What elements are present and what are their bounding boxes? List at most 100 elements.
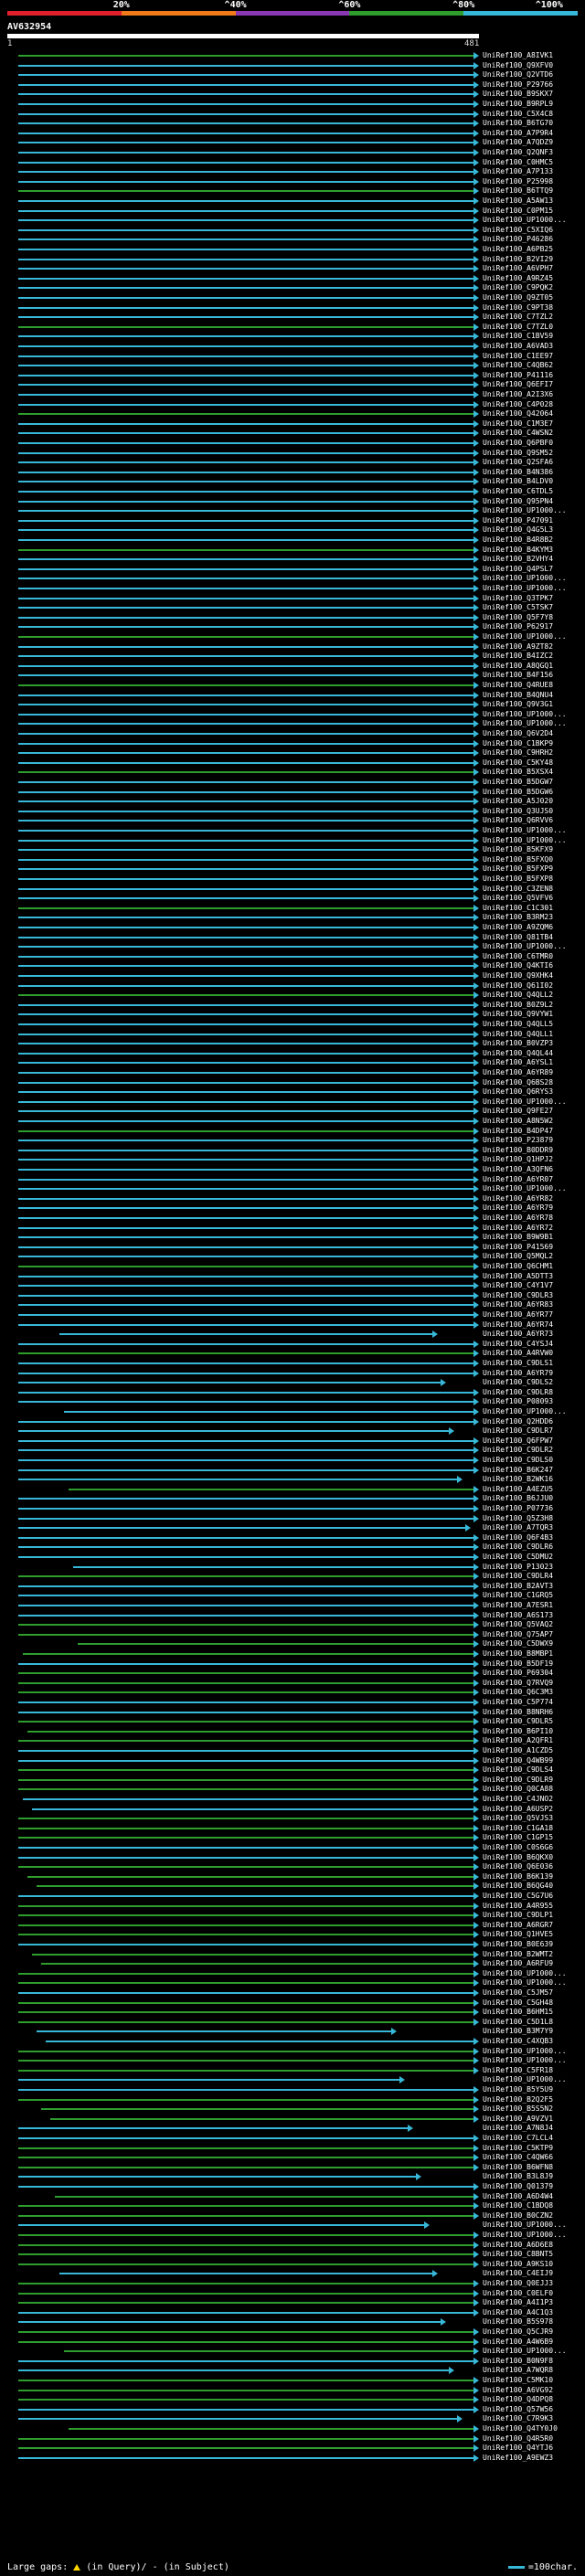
hit-row[interactable]: UniRef100_B5DGW6 bbox=[0, 788, 585, 797]
hit-row[interactable]: UniRef100_A6YSL1 bbox=[0, 1058, 585, 1067]
hit-alignment-bar[interactable] bbox=[18, 1614, 475, 1617]
hit-label[interactable]: UniRef100_Q6BS28 bbox=[483, 1078, 553, 1087]
hit-label[interactable]: UniRef100_B5KFX9 bbox=[483, 845, 553, 854]
hit-alignment-bar[interactable] bbox=[18, 422, 475, 425]
hit-alignment-bar[interactable] bbox=[18, 1072, 475, 1074]
hit-alignment-bar[interactable] bbox=[18, 277, 475, 280]
hit-row[interactable]: UniRef100_Q4TY0J0 bbox=[0, 2424, 585, 2433]
hit-row[interactable]: UniRef100_Q4PSL7 bbox=[0, 565, 585, 574]
hit-alignment-bar[interactable] bbox=[18, 1536, 475, 1539]
hit-row[interactable]: UniRef100_Q42064 bbox=[0, 409, 585, 419]
hit-alignment-bar[interactable] bbox=[18, 1633, 475, 1636]
hit-label[interactable]: UniRef100_A6VG92 bbox=[483, 2386, 553, 2395]
hit-row[interactable]: UniRef100_Q9FE27 bbox=[0, 1107, 585, 1116]
hit-alignment-bar[interactable] bbox=[18, 461, 475, 464]
hit-alignment-bar[interactable] bbox=[18, 355, 475, 357]
hit-row[interactable]: UniRef100_B6QKX0 bbox=[0, 1853, 585, 1862]
hit-label[interactable]: UniRef100_C1EE97 bbox=[483, 352, 553, 361]
hit-row[interactable]: UniRef100_Q01379 bbox=[0, 2182, 585, 2191]
hit-row[interactable]: UniRef100_B3M7Y9 bbox=[0, 2027, 585, 2036]
hit-row[interactable]: UniRef100_B9RPL9 bbox=[0, 100, 585, 109]
hit-row[interactable]: UniRef100_C9DLP1 bbox=[0, 1911, 585, 1920]
hit-label[interactable]: UniRef100_UP1000... bbox=[483, 2075, 567, 2084]
hit-label[interactable]: UniRef100_C9DLR9 bbox=[483, 1776, 553, 1785]
hit-alignment-bar[interactable] bbox=[18, 1159, 475, 1161]
hit-row[interactable]: UniRef100_B5KFX9 bbox=[0, 845, 585, 854]
hit-label[interactable]: UniRef100_A6VPH7 bbox=[483, 264, 553, 273]
hit-label[interactable]: UniRef100_UP1000... bbox=[483, 2056, 567, 2065]
hit-alignment-bar[interactable] bbox=[18, 335, 475, 338]
hit-row[interactable]: UniRef100_A7WQR8 bbox=[0, 2366, 585, 2375]
hit-row[interactable]: UniRef100_C0S6G6 bbox=[0, 1843, 585, 1852]
hit-alignment-bar[interactable] bbox=[18, 2098, 475, 2101]
hit-label[interactable]: UniRef100_UP1000... bbox=[483, 826, 567, 835]
hit-alignment-bar[interactable] bbox=[18, 781, 475, 783]
hit-alignment-bar[interactable] bbox=[18, 510, 475, 513]
hit-alignment-bar[interactable] bbox=[18, 2127, 410, 2130]
hit-label[interactable]: UniRef100_C1BDQ8 bbox=[483, 2201, 553, 2210]
hit-alignment-bar[interactable] bbox=[18, 306, 475, 309]
hit-label[interactable]: UniRef100_A4C1Q3 bbox=[483, 2308, 553, 2317]
hit-alignment-bar[interactable] bbox=[18, 984, 475, 987]
hit-row[interactable]: UniRef100_Q7RVQ9 bbox=[0, 1679, 585, 1688]
hit-label[interactable]: UniRef100_Q6RYS3 bbox=[483, 1087, 553, 1097]
hit-row[interactable]: UniRef100_A5J020 bbox=[0, 797, 585, 806]
hit-row[interactable]: UniRef100_B0Z9L2 bbox=[0, 1001, 585, 1010]
hit-alignment-bar[interactable] bbox=[27, 1730, 475, 1733]
hit-alignment-bar[interactable] bbox=[18, 2001, 475, 2004]
hit-label[interactable]: UniRef100_B2WMT2 bbox=[483, 1950, 553, 1959]
hit-label[interactable]: UniRef100_C1GP15 bbox=[483, 1833, 553, 1842]
hit-row[interactable]: UniRef100_A2QFR1 bbox=[0, 1736, 585, 1745]
hit-label[interactable]: UniRef100_B4IZC2 bbox=[483, 652, 553, 661]
hit-alignment-bar[interactable] bbox=[18, 1430, 451, 1433]
hit-row[interactable]: UniRef100_C5GH48 bbox=[0, 1998, 585, 2008]
hit-row[interactable]: UniRef100_A6YR79 bbox=[0, 1203, 585, 1213]
hit-label[interactable]: UniRef100_B6TTQ9 bbox=[483, 186, 553, 196]
hit-alignment-bar[interactable] bbox=[18, 1508, 475, 1510]
hit-alignment-bar[interactable] bbox=[18, 839, 475, 842]
hit-row[interactable]: UniRef100_A6VG92 bbox=[0, 2386, 585, 2395]
hit-label[interactable]: UniRef100_UP1000... bbox=[483, 1407, 567, 1416]
hit-row[interactable]: UniRef100_A6PB25 bbox=[0, 245, 585, 254]
hit-label[interactable]: UniRef100_C5P774 bbox=[483, 1698, 553, 1707]
hit-label[interactable]: UniRef100_C9DLR8 bbox=[483, 1388, 553, 1397]
hit-row[interactable]: UniRef100_A7P9R4 bbox=[0, 129, 585, 138]
hit-row[interactable]: UniRef100_UP1000... bbox=[0, 1097, 585, 1107]
hit-alignment-bar[interactable] bbox=[18, 820, 475, 822]
hit-row[interactable]: UniRef100_B6QG40 bbox=[0, 1882, 585, 1891]
hit-row[interactable]: UniRef100_Q4QL44 bbox=[0, 1049, 585, 1058]
hit-alignment-bar[interactable] bbox=[18, 384, 475, 387]
hit-alignment-bar[interactable] bbox=[18, 394, 475, 396]
hit-alignment-bar[interactable] bbox=[18, 1546, 475, 1549]
hit-alignment-bar[interactable] bbox=[18, 558, 475, 561]
hit-label[interactable]: UniRef100_Q6CHM1 bbox=[483, 1262, 553, 1271]
hit-row[interactable]: UniRef100_A8N5W2 bbox=[0, 1117, 585, 1126]
hit-row[interactable]: UniRef100_Q9ZT05 bbox=[0, 293, 585, 302]
hit-row[interactable]: UniRef100_B6JJU0 bbox=[0, 1494, 585, 1503]
hit-row[interactable]: UniRef100_Q1HPJ2 bbox=[0, 1155, 585, 1164]
hit-label[interactable]: UniRef100_B4R8B2 bbox=[483, 535, 553, 545]
hit-alignment-bar[interactable] bbox=[32, 1953, 475, 1956]
hit-alignment-bar[interactable] bbox=[18, 403, 475, 406]
hit-alignment-bar[interactable] bbox=[18, 471, 475, 473]
hit-label[interactable]: UniRef100_Q6E036 bbox=[483, 1862, 553, 1871]
hit-alignment-bar[interactable] bbox=[18, 1178, 475, 1181]
hit-label[interactable]: UniRef100_C1BV59 bbox=[483, 332, 553, 341]
hit-alignment-bar[interactable] bbox=[18, 142, 475, 144]
hit-row[interactable]: UniRef100_B2AVT3 bbox=[0, 1582, 585, 1591]
hit-label[interactable]: UniRef100_Q6F4B3 bbox=[483, 1533, 553, 1542]
hit-row[interactable]: UniRef100_A9VZV1 bbox=[0, 2115, 585, 2124]
hit-alignment-bar[interactable] bbox=[18, 2253, 475, 2256]
hit-label[interactable]: UniRef100_A6USP2 bbox=[483, 1805, 553, 1814]
hit-label[interactable]: UniRef100_Q3UJS0 bbox=[483, 807, 553, 816]
hit-alignment-bar[interactable] bbox=[18, 1982, 475, 1985]
hit-label[interactable]: UniRef100_B5FXP9 bbox=[483, 864, 553, 874]
hit-row[interactable]: UniRef100_Q6FPW7 bbox=[0, 1436, 585, 1446]
hit-row[interactable]: UniRef100_C1GRQ5 bbox=[0, 1591, 585, 1600]
hit-row[interactable]: UniRef100_UP1000... bbox=[0, 2221, 585, 2230]
hit-row[interactable]: UniRef100_P29766 bbox=[0, 80, 585, 90]
hit-label[interactable]: UniRef100_C5X4C8 bbox=[483, 110, 553, 119]
hit-row[interactable]: UniRef100_C5TSK7 bbox=[0, 603, 585, 612]
hit-label[interactable]: UniRef100_Q6V2D4 bbox=[483, 729, 553, 738]
hit-alignment-bar[interactable] bbox=[18, 1556, 475, 1558]
